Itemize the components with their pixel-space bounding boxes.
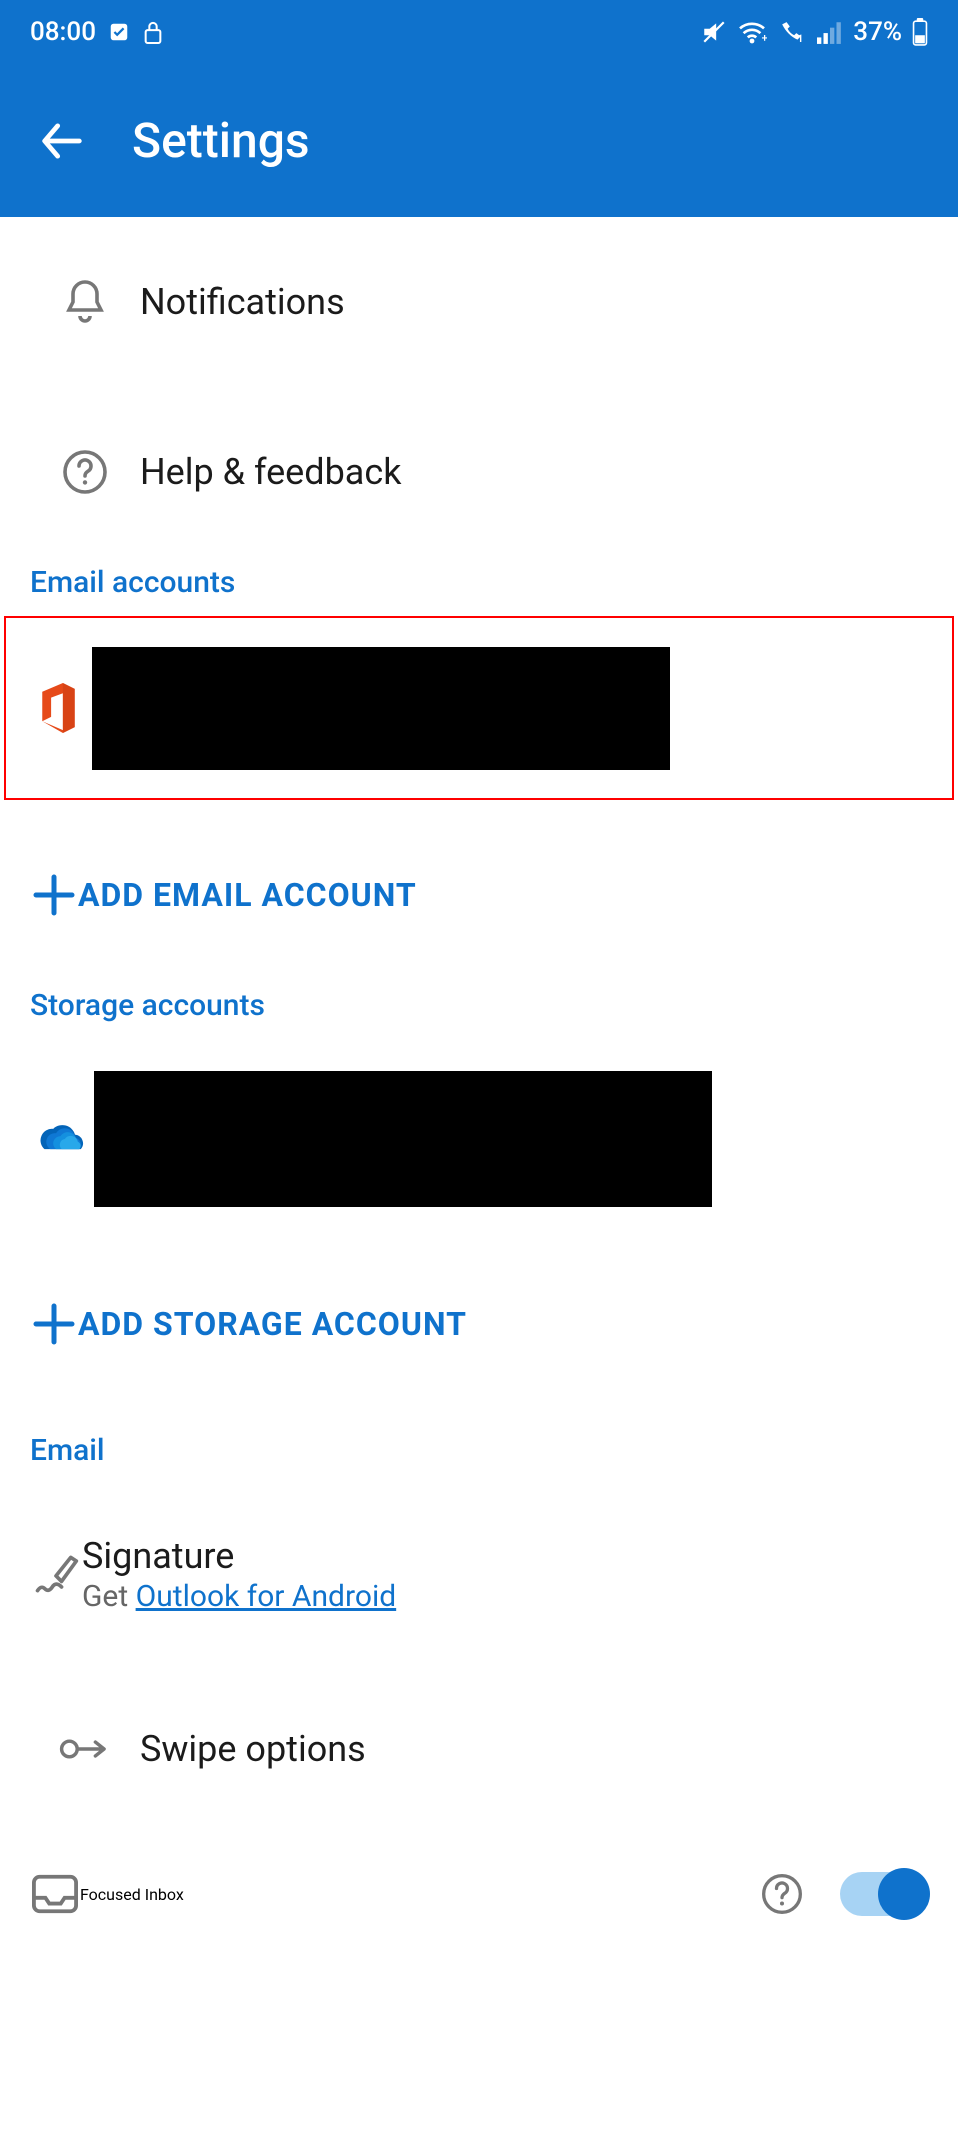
- redacted-email: [92, 647, 670, 770]
- top-items: Notifications Help & feedback: [0, 217, 958, 557]
- focused-inbox-label: Focused Inbox: [80, 1885, 184, 1904]
- help-feedback-label: Help & feedback: [140, 451, 401, 493]
- signal-icon: [817, 20, 843, 44]
- redacted-storage: [94, 1071, 712, 1207]
- add-storage-label: ADD STORAGE ACCOUNT: [78, 1305, 467, 1343]
- swipe-options-label: Swipe options: [140, 1728, 366, 1770]
- help-circle-icon[interactable]: [760, 1872, 804, 1916]
- signature-subtitle: Get Outlook for Android: [82, 1579, 396, 1614]
- battery-icon: [912, 18, 928, 46]
- add-email-account-button[interactable]: ADD EMAIL ACCOUNT: [0, 810, 958, 980]
- plus-icon: [30, 1300, 78, 1348]
- storage-account-row[interactable]: [0, 1039, 958, 1239]
- status-bar-right: + 1 37%: [701, 17, 928, 47]
- status-bar-left: 08:00: [30, 17, 164, 47]
- back-button[interactable]: [36, 115, 88, 167]
- signature-icon: [30, 1550, 82, 1598]
- wifi-icon: +: [737, 20, 767, 44]
- bell-icon: [30, 276, 140, 328]
- wifi-calling-icon: 1: [777, 20, 807, 44]
- signature-title: Signature: [82, 1535, 396, 1577]
- email-section-header: Email: [0, 1409, 958, 1484]
- status-bar: 08:00 + 1 37%: [0, 0, 958, 64]
- email-account-row[interactable]: [6, 618, 952, 798]
- help-circle-icon: [30, 448, 140, 496]
- office-icon: [32, 680, 82, 736]
- lock-icon: [142, 19, 164, 45]
- highlight-box: [4, 616, 954, 800]
- add-storage-account-button[interactable]: ADD STORAGE ACCOUNT: [0, 1239, 958, 1409]
- signature-item[interactable]: Signature Get Outlook for Android: [0, 1484, 958, 1664]
- email-accounts-header: Email accounts: [0, 557, 958, 616]
- help-feedback-item[interactable]: Help & feedback: [0, 387, 958, 557]
- notifications-label: Notifications: [140, 281, 345, 323]
- onedrive-icon: [30, 1119, 88, 1159]
- app-bar: Settings: [0, 64, 958, 217]
- page-title: Settings: [132, 112, 310, 169]
- svg-text:+: +: [762, 32, 767, 44]
- swipe-options-item[interactable]: Swipe options: [0, 1664, 958, 1834]
- inbox-icon: [30, 1871, 80, 1917]
- focused-inbox-item[interactable]: Focused Inbox: [0, 1834, 958, 1954]
- download-complete-icon: [108, 21, 130, 43]
- focused-inbox-toggle[interactable]: [840, 1872, 928, 1916]
- mute-icon: [701, 19, 727, 45]
- swipe-icon: [30, 1733, 140, 1765]
- storage-accounts-header: Storage accounts: [0, 980, 958, 1039]
- add-email-label: ADD EMAIL ACCOUNT: [78, 876, 417, 914]
- notifications-item[interactable]: Notifications: [0, 217, 958, 387]
- signature-sub-prefix: Get: [82, 1579, 136, 1614]
- status-time: 08:00: [30, 17, 96, 47]
- battery-pct: 37%: [853, 17, 902, 47]
- svg-text:1: 1: [798, 34, 804, 44]
- plus-icon: [30, 871, 78, 919]
- outlook-android-link[interactable]: Outlook for Android: [136, 1579, 397, 1614]
